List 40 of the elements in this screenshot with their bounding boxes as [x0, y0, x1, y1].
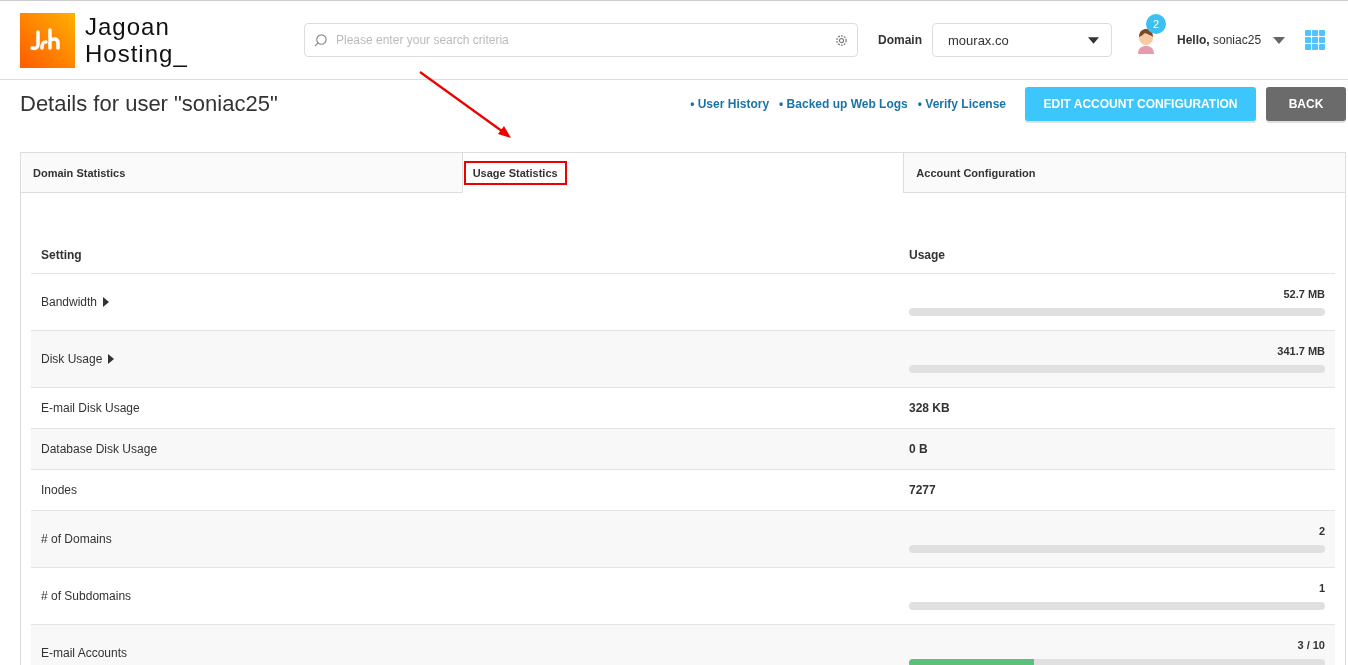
- caret-icon: [1088, 36, 1099, 44]
- table-cell: Bandwidth: [41, 295, 98, 309]
- tab[interactable]: Account Configuration: [903, 153, 1345, 193]
- domain-label: Domain: [878, 33, 922, 47]
- table-cell: # of Domains: [41, 532, 112, 546]
- table-cell: # of Subdomains: [41, 589, 132, 603]
- table-cell: E-mail Disk Usage: [41, 401, 140, 415]
- caret-icon: [1273, 36, 1286, 44]
- nav-link[interactable]: • Verify License: [917, 97, 1006, 111]
- tab[interactable]: Domain Statistics: [21, 153, 462, 193]
- expand-icon[interactable]: [103, 297, 110, 307]
- domain-select[interactable]: mourax.co: [932, 23, 1112, 57]
- usage-value: 3 / 10: [1297, 639, 1325, 651]
- table-cell: Database Disk Usage: [41, 442, 158, 456]
- usage-value: 341.7 MB: [1277, 345, 1325, 357]
- table-cell: Inodes: [41, 483, 78, 497]
- table-cell: Disk Usage: [41, 352, 103, 366]
- settings-icon[interactable]: [834, 33, 849, 48]
- column-header: Setting: [40, 248, 83, 262]
- nav-link[interactable]: • Backed up Web Logs: [779, 97, 908, 111]
- user-menu[interactable]: Hello, soniac25: [1177, 33, 1262, 47]
- usage-value: 1: [1318, 582, 1325, 594]
- usage-value: 52.7 MB: [1283, 288, 1325, 300]
- nav-link[interactable]: • User History: [690, 97, 770, 111]
- search-field[interactable]: Please enter your search criteria: [304, 23, 858, 57]
- logo-text: Jagoan: [85, 13, 171, 40]
- highlight-box: Usage Statistics: [463, 160, 567, 185]
- usage-value: 0 B: [909, 442, 928, 456]
- notification-badge: 2: [1146, 14, 1166, 34]
- page-title: Details for user "soniac25": [20, 91, 278, 117]
- back-button[interactable]: BACK: [1266, 87, 1346, 121]
- logo-text: Hosting_: [85, 40, 188, 67]
- expand-icon[interactable]: [108, 354, 115, 364]
- usage-value: 328 KB: [909, 401, 950, 415]
- search-icon: [313, 33, 328, 48]
- logo-icon: [20, 12, 75, 68]
- usage-value: 7277: [909, 483, 936, 497]
- usage-value: 2: [1318, 525, 1325, 537]
- column-header: Usage: [909, 248, 947, 262]
- table-cell: E-mail Accounts: [41, 646, 128, 660]
